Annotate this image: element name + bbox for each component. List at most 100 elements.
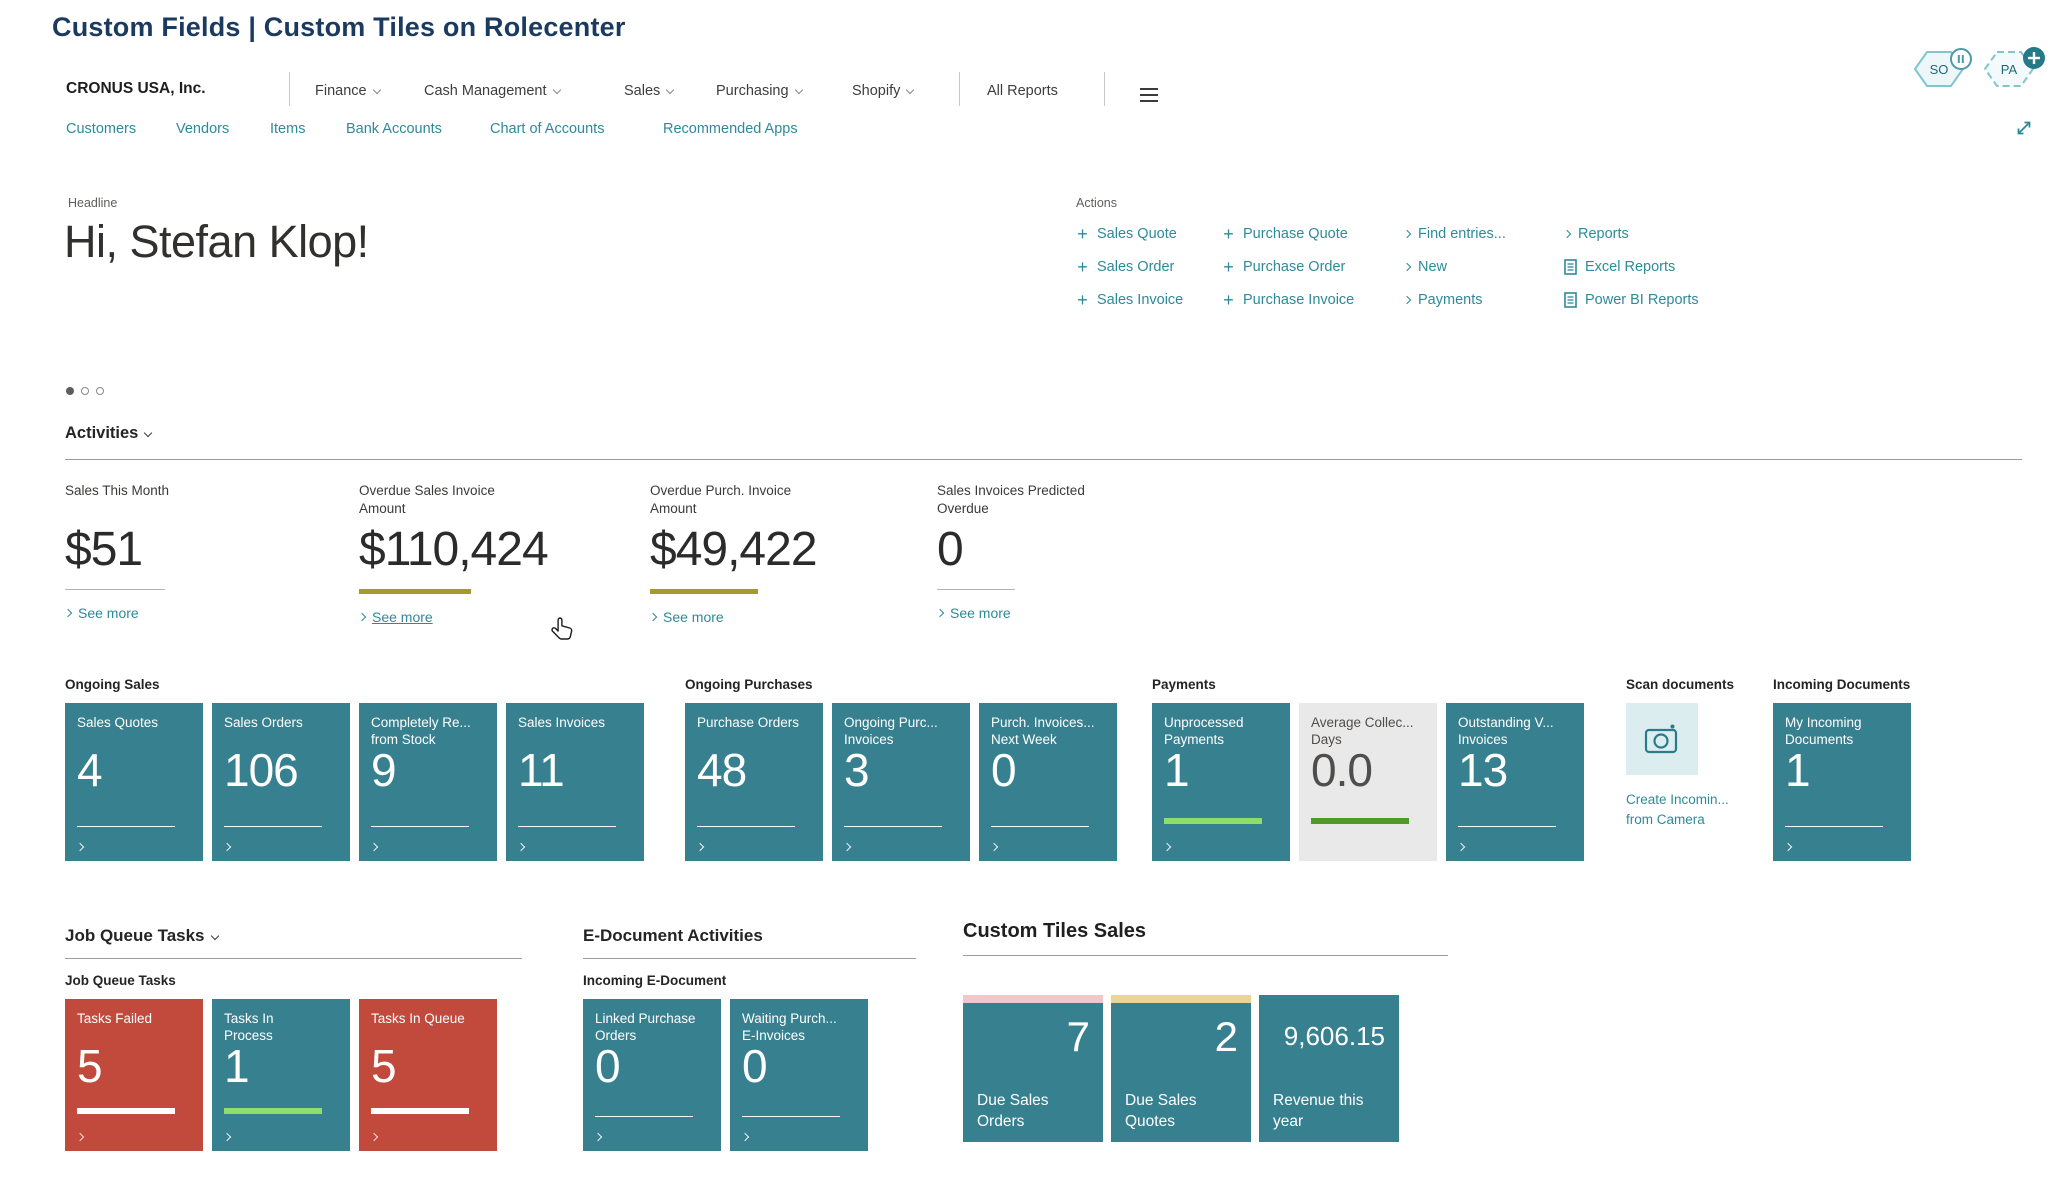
scan-camera-button[interactable] xyxy=(1626,703,1698,775)
tile-ongoing-purchase-invoices[interactable]: Ongoing Purc... Invoices 3 xyxy=(832,703,970,861)
tile-outstanding-vendor-invoices[interactable]: Outstanding V... Invoices 13 xyxy=(1446,703,1584,861)
section-rule xyxy=(65,958,522,959)
section-rule xyxy=(65,459,2022,460)
kpi-value[interactable]: 0 xyxy=(937,524,1207,576)
section-rule xyxy=(963,955,1448,956)
navlink-chart-of-accounts[interactable]: Chart of Accounts xyxy=(490,121,604,137)
tile-value: 1 xyxy=(1164,743,1189,797)
menu-all-reports[interactable]: All Reports xyxy=(987,83,1058,99)
action-sales-quote[interactable]: +Sales Quote xyxy=(1076,222,1183,246)
tile-sales-orders[interactable]: Sales Orders 106 xyxy=(212,703,350,861)
navlink-bank-accounts[interactable]: Bank Accounts xyxy=(346,121,442,137)
tile-sales-quotes[interactable]: Sales Quotes 4 xyxy=(65,703,203,861)
tile-revenue-this-year[interactable]: 9,606.15 Revenue this year xyxy=(1259,995,1399,1142)
chevron-right-icon xyxy=(1403,263,1411,271)
carousel-dot[interactable] xyxy=(81,387,89,395)
menu-icon[interactable] xyxy=(1140,88,1158,106)
see-more-link[interactable]: See more xyxy=(359,609,629,625)
nav-divider xyxy=(1104,72,1105,106)
see-more-link[interactable]: See more xyxy=(937,605,1207,621)
action-find-entries[interactable]: Find entries... xyxy=(1404,222,1506,246)
tile-tasks-in-process[interactable]: Tasks In Process 1 xyxy=(212,999,350,1151)
tile-label: Sales Quotes xyxy=(77,714,191,731)
chevron-right-icon xyxy=(1403,230,1411,238)
headline-label: Headline xyxy=(68,196,117,210)
badge-pa-text: PA xyxy=(2001,62,2018,77)
tile-purchase-orders[interactable]: Purchase Orders 48 xyxy=(685,703,823,861)
action-sales-order[interactable]: +Sales Order xyxy=(1076,255,1183,279)
action-payments[interactable]: Payments xyxy=(1404,288,1506,312)
kpi-value[interactable]: $51 xyxy=(65,524,335,576)
menu-shopify[interactable]: Shopify xyxy=(852,83,913,99)
nav-divider xyxy=(289,72,290,106)
plus-icon: + xyxy=(1222,260,1235,274)
rolecenter-page: Custom Fields | Custom Tiles on Rolecent… xyxy=(0,0,2065,1199)
tile-due-sales-orders[interactable]: 7 Due Sales Orders xyxy=(963,995,1103,1142)
carousel-dot-active[interactable] xyxy=(66,387,74,395)
navlink-vendors[interactable]: Vendors xyxy=(176,121,229,137)
tile-unprocessed-payments[interactable]: Unprocessed Payments 1 xyxy=(1152,703,1290,861)
company-name[interactable]: CRONUS USA, Inc. xyxy=(66,80,206,98)
badge-pa[interactable]: PA xyxy=(1984,46,2048,97)
tile-status-bar xyxy=(77,1108,175,1114)
tile-label: Tasks Failed xyxy=(77,1010,191,1027)
expand-icon[interactable] xyxy=(2014,118,2034,143)
activities-header[interactable]: Activities xyxy=(65,424,151,443)
pause-icon xyxy=(1951,49,1971,69)
navlink-customers[interactable]: Customers xyxy=(66,121,136,137)
navlink-items[interactable]: Items xyxy=(270,121,305,137)
job-queue-header[interactable]: Job Queue Tasks xyxy=(65,926,218,946)
tile-value: 5 xyxy=(371,1039,396,1093)
action-powerbi-reports[interactable]: Power BI Reports xyxy=(1564,288,1699,312)
menu-finance[interactable]: Finance xyxy=(315,83,380,99)
tile-label: Sales Invoices xyxy=(518,714,632,731)
tile-sales-invoices[interactable]: Sales Invoices 11 xyxy=(506,703,644,861)
create-incoming-from-camera-link[interactable]: Create Incomin... from Camera xyxy=(1626,790,1729,829)
tile-due-sales-quotes[interactable]: 2 Due Sales Quotes xyxy=(1111,995,1251,1142)
action-reports[interactable]: Reports xyxy=(1564,222,1699,246)
tile-linked-purchase-orders[interactable]: Linked Purchase Orders 0 xyxy=(583,999,721,1151)
tile-tasks-failed[interactable]: Tasks Failed 5 xyxy=(65,999,203,1151)
tile-divider xyxy=(742,1116,840,1117)
action-purchase-quote[interactable]: +Purchase Quote xyxy=(1222,222,1354,246)
tile-status-bar xyxy=(371,1108,469,1114)
action-new[interactable]: New xyxy=(1404,255,1506,279)
tile-waiting-purchase-einvoices[interactable]: Waiting Purch... E-Invoices 0 xyxy=(730,999,868,1151)
group-title-incoming-documents: Incoming Documents xyxy=(1773,677,1910,692)
tile-my-incoming-documents[interactable]: My Incoming Documents 1 xyxy=(1773,703,1911,861)
actions-column-sales: +Sales Quote +Sales Order +Sales Invoice xyxy=(1076,222,1183,321)
action-sales-invoice[interactable]: +Sales Invoice xyxy=(1076,288,1183,312)
tile-label: Revenue this year xyxy=(1273,1091,1363,1133)
chevron-right-icon xyxy=(223,1133,231,1141)
menu-purchasing[interactable]: Purchasing xyxy=(716,83,802,99)
see-more-link[interactable]: See more xyxy=(650,609,920,625)
kpi-underline xyxy=(359,589,471,594)
menu-sales[interactable]: Sales xyxy=(624,83,673,99)
action-purchase-invoice[interactable]: +Purchase Invoice xyxy=(1222,288,1354,312)
kpi-sales-invoices-predicted: Sales Invoices Predicted Overdue 0 See m… xyxy=(937,482,1207,621)
tile-tasks-in-queue[interactable]: Tasks In Queue 5 xyxy=(359,999,497,1151)
headline-greeting: Hi, Stefan Klop! xyxy=(64,216,369,268)
chevron-right-icon xyxy=(370,1133,378,1141)
report-document-icon xyxy=(1564,292,1577,308)
kpi-value[interactable]: $49,422 xyxy=(650,524,920,576)
action-excel-reports[interactable]: Excel Reports xyxy=(1564,255,1699,279)
kpi-underline xyxy=(65,589,165,590)
navlink-recommended-apps[interactable]: Recommended Apps xyxy=(663,121,798,137)
tile-purch-invoices-next-week[interactable]: Purch. Invoices... Next Week 0 xyxy=(979,703,1117,861)
custom-tiles-header[interactable]: Custom Tiles Sales xyxy=(963,920,1146,943)
menu-cash-management[interactable]: Cash Management xyxy=(424,83,560,99)
badge-so[interactable]: SO xyxy=(1914,46,1976,97)
tile-completely-received[interactable]: Completely Re... from Stock 9 xyxy=(359,703,497,861)
carousel-dot[interactable] xyxy=(96,387,104,395)
chevron-right-icon xyxy=(1563,230,1571,238)
tile-value: 0.0 xyxy=(1311,743,1372,797)
edocument-header[interactable]: E-Document Activities xyxy=(583,926,763,946)
group-title-payments: Payments xyxy=(1152,677,1216,692)
action-purchase-order[interactable]: +Purchase Order xyxy=(1222,255,1354,279)
chevron-right-icon xyxy=(741,1133,749,1141)
report-document-icon xyxy=(1564,259,1577,275)
kpi-value[interactable]: $110,424 xyxy=(359,524,629,576)
tile-divider xyxy=(595,1116,693,1117)
see-more-link[interactable]: See more xyxy=(65,605,335,621)
